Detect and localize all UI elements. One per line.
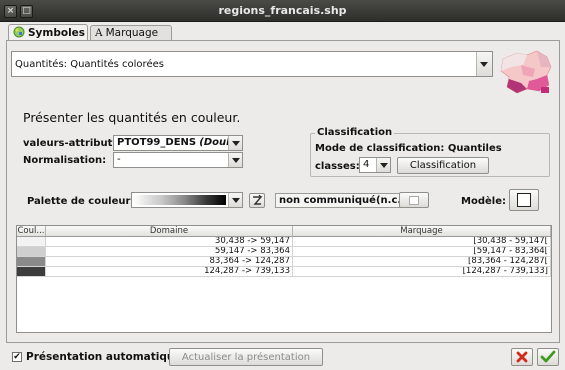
palette-gradient (134, 195, 226, 205)
text-label-icon: A (95, 27, 103, 39)
ok-icon (540, 350, 556, 363)
title-bar: × □ regions_francais.shp (0, 0, 565, 22)
modele-button[interactable] (509, 189, 539, 211)
field-label: valeurs-attribut: (23, 138, 117, 149)
normalisation-label: Normalisation: (23, 155, 107, 166)
nc-color-button[interactable] (399, 192, 429, 208)
swap-icon[interactable] (249, 193, 265, 208)
chevron-down-icon[interactable] (376, 158, 390, 172)
marquage-cell[interactable]: [30,438 - 59,147[ (293, 237, 551, 246)
ok-button[interactable] (537, 348, 559, 366)
tab-marquage[interactable]: A Marquage (90, 25, 172, 41)
domaine-cell: 30,438 -> 59,147 (46, 237, 293, 246)
class-color-swatch[interactable] (17, 237, 46, 246)
table-row[interactable]: 30,438 -> 59,147 [30,438 - 59,147[ (17, 237, 551, 247)
domaine-cell: 83,364 -> 124,287 (46, 257, 293, 266)
attribute-field-select[interactable]: PTOT99_DENS (Double) (113, 135, 243, 151)
presentation-type-select[interactable]: Quantités: Quantités colorées (11, 51, 493, 77)
auto-presentation-label: Présentation automatique (26, 351, 182, 363)
table-row[interactable]: 83,364 -> 124,287 [83,364 - 124,287[ (17, 257, 551, 267)
domaine-cell: 124,287 -> 739,133 (46, 267, 293, 276)
cancel-button[interactable] (511, 348, 533, 366)
presentation-type-value: Quantités: Quantités colorées (15, 59, 164, 70)
chevron-down-icon[interactable] (228, 153, 242, 167)
auto-presentation-checkbox[interactable]: ✔ (12, 352, 22, 362)
table-row[interactable]: 124,287 -> 739,133 [124,287 - 739,133] (17, 267, 551, 277)
classes-table[interactable]: Coul... Domaine Marquage 30,438 -> 59,14… (16, 225, 552, 333)
modele-label: Modèle: (461, 196, 506, 207)
table-header: Coul... Domaine Marquage (17, 226, 551, 237)
normalisation-value: - (117, 154, 121, 165)
marquage-cell[interactable]: [83,364 - 124,287[ (293, 257, 551, 266)
attribute-field-value: PTOT99_DENS (117, 137, 197, 148)
chevron-down-icon[interactable] (228, 193, 242, 207)
tab-symboles-label: Symboles (28, 27, 86, 39)
nc-color-swatch (409, 196, 419, 205)
class-color-swatch[interactable] (17, 257, 46, 266)
bottom-bar: ✔ Présentation automatique Actualiser la… (0, 345, 565, 370)
marquage-cell[interactable]: [59,147 - 83,364[ (293, 247, 551, 256)
symbol-model-icon (517, 193, 531, 207)
classes-count-value: 4 (363, 159, 370, 170)
nc-label: non communiqué(n.c.): (275, 193, 414, 208)
normalisation-select[interactable]: - (113, 152, 243, 168)
classification-mode: Mode de classification: Quantiles (315, 143, 502, 154)
classes-label: classes: (315, 161, 360, 172)
classification-group: Classification Mode de classification: Q… (310, 127, 550, 177)
palette-label: Palette de couleur: (27, 196, 135, 207)
window-title: regions_francais.shp (218, 4, 347, 17)
classification-legend: Classification (315, 127, 395, 138)
column-header-color[interactable]: Coul... (17, 226, 46, 236)
symbols-icon (13, 26, 25, 38)
classification-button[interactable]: Classification (397, 157, 489, 174)
tab-marquage-label: Marquage (105, 27, 159, 39)
cancel-icon (516, 351, 528, 363)
section-heading: Présenter les quantités en couleur. (23, 110, 241, 125)
chevron-down-icon[interactable] (228, 136, 242, 150)
chevron-down-icon[interactable] (476, 52, 492, 76)
domaine-cell: 59,147 -> 83,364 (46, 247, 293, 256)
marquage-cell[interactable]: [124,287 - 739,133] (293, 267, 551, 276)
classes-count-select[interactable]: 4 (359, 157, 391, 173)
column-header-domaine[interactable]: Domaine (46, 226, 293, 236)
table-row[interactable]: 59,147 -> 83,364 [59,147 - 83,364[ (17, 247, 551, 257)
class-color-swatch[interactable] (17, 247, 46, 256)
map-preview-icon (497, 45, 555, 97)
class-color-swatch[interactable] (17, 267, 46, 276)
column-header-marquage[interactable]: Marquage (293, 226, 551, 236)
color-palette-select[interactable] (131, 192, 243, 208)
update-presentation-button[interactable]: Actualiser la présentation (169, 348, 323, 366)
